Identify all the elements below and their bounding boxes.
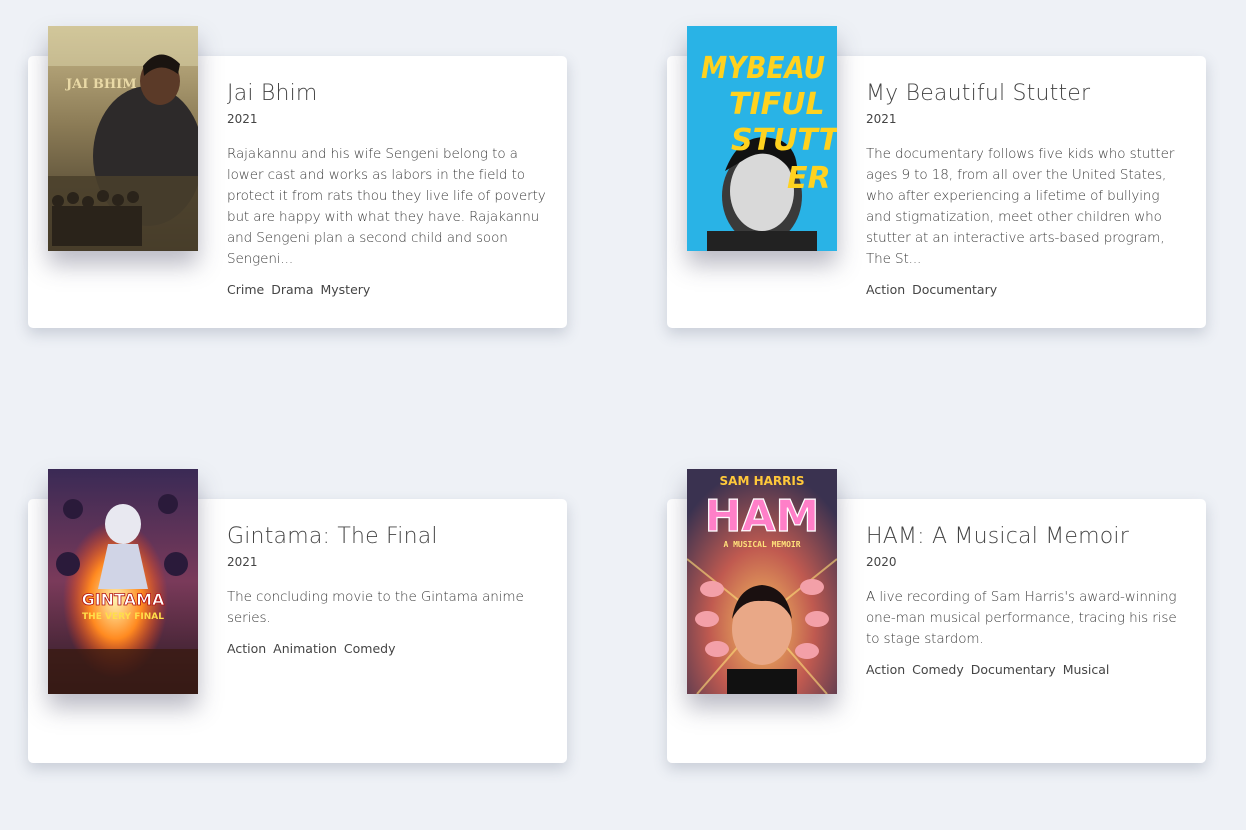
movie-year: 2021 <box>866 112 897 126</box>
genre-tag[interactable]: Drama <box>271 282 313 297</box>
movie-card[interactable]: SAM HARRIS HAM A MUSICAL MEMOIR HAM: A M… <box>667 469 1206 763</box>
movie-description: The concluding movie to the Gintama anim… <box>227 589 524 626</box>
genre-list: Action Comedy Documentary Musical <box>866 662 1186 678</box>
genre-tag[interactable]: Action <box>227 641 266 656</box>
poster-title-line: A MUSICAL MEMOIR <box>723 540 800 549</box>
genre-tag[interactable]: Musical <box>1063 662 1110 677</box>
movie-description: The documentary follows five kids who st… <box>866 146 1175 267</box>
movie-description: A live recording of Sam Harris's award-w… <box>866 589 1177 647</box>
genre-tag[interactable]: Action <box>866 282 905 297</box>
movie-year: 2021 <box>227 555 258 569</box>
movie-poster[interactable]: SAM HARRIS HAM A MUSICAL MEMOIR <box>687 469 837 694</box>
poster-title-line: THE VERY FINAL <box>82 612 164 622</box>
movie-poster[interactable]: GINTAMA THE VERY FINAL <box>48 469 198 694</box>
genre-tag[interactable]: Comedy <box>912 662 964 677</box>
movie-description: Rajakannu and his wife Sengeni belong to… <box>227 146 546 267</box>
poster-title-line: GINTAMA <box>82 590 165 609</box>
movie-poster[interactable]: JAI BHIM <box>48 26 198 251</box>
poster-title-line: STUTT <box>731 123 837 158</box>
movie-title[interactable]: My Beautiful Stutter <box>866 79 1186 109</box>
genre-list: Action Documentary <box>866 282 1186 298</box>
movie-card[interactable]: JAI BHIM Jai Bhim 2021 Rajakannu and his… <box>28 26 567 328</box>
movie-year: 2021 <box>227 112 258 126</box>
poster-title-line: TIFUL <box>729 87 825 122</box>
genre-tag[interactable]: Action <box>866 662 905 677</box>
genre-list: Action Animation Comedy <box>227 641 547 657</box>
movie-title[interactable]: Jai Bhim <box>227 79 547 109</box>
genre-tag[interactable]: Documentary <box>971 662 1056 677</box>
movie-grid: JAI BHIM Jai Bhim 2021 Rajakannu and his… <box>0 0 1246 830</box>
movie-info: Jai Bhim 2021 Rajakannu and his wife Sen… <box>227 79 547 298</box>
movie-info: My Beautiful Stutter 2021 The documentar… <box>866 79 1186 298</box>
genre-tag[interactable]: Animation <box>273 641 337 656</box>
poster-my-beautiful-stutter-image: MYBEAU TIFUL STUTT ER <box>687 26 837 251</box>
genre-tag[interactable]: Comedy <box>344 641 396 656</box>
genre-tag[interactable]: Mystery <box>320 282 370 297</box>
poster-title-line: MYBEAU <box>701 51 825 86</box>
movie-info: HAM: A Musical Memoir 2020 A live record… <box>866 522 1186 678</box>
poster-title-text: JAI BHIM <box>65 77 137 92</box>
poster-title-line: HAM <box>705 491 820 542</box>
movie-year: 2020 <box>866 555 897 569</box>
movie-info: Gintama: The Final 2021 The concluding m… <box>227 522 547 657</box>
genre-tag[interactable]: Crime <box>227 282 264 297</box>
poster-title-line: SAM HARRIS <box>720 474 805 488</box>
movie-card[interactable]: MYBEAU TIFUL STUTT ER My Beautiful Stutt… <box>667 26 1206 328</box>
genre-tag[interactable]: Documentary <box>912 282 997 297</box>
poster-gintama-image: GINTAMA THE VERY FINAL <box>48 469 198 694</box>
poster-title-line: ER <box>787 161 831 196</box>
movie-poster[interactable]: MYBEAU TIFUL STUTT ER <box>687 26 837 251</box>
movie-title[interactable]: Gintama: The Final <box>227 522 547 552</box>
movie-title[interactable]: HAM: A Musical Memoir <box>866 522 1186 552</box>
poster-ham-image: SAM HARRIS HAM A MUSICAL MEMOIR <box>687 469 837 694</box>
genre-list: Crime Drama Mystery <box>227 282 547 298</box>
movie-card[interactable]: GINTAMA THE VERY FINAL Gintama: The Fina… <box>28 469 567 763</box>
poster-jai-bhim-image: JAI BHIM <box>48 26 198 251</box>
